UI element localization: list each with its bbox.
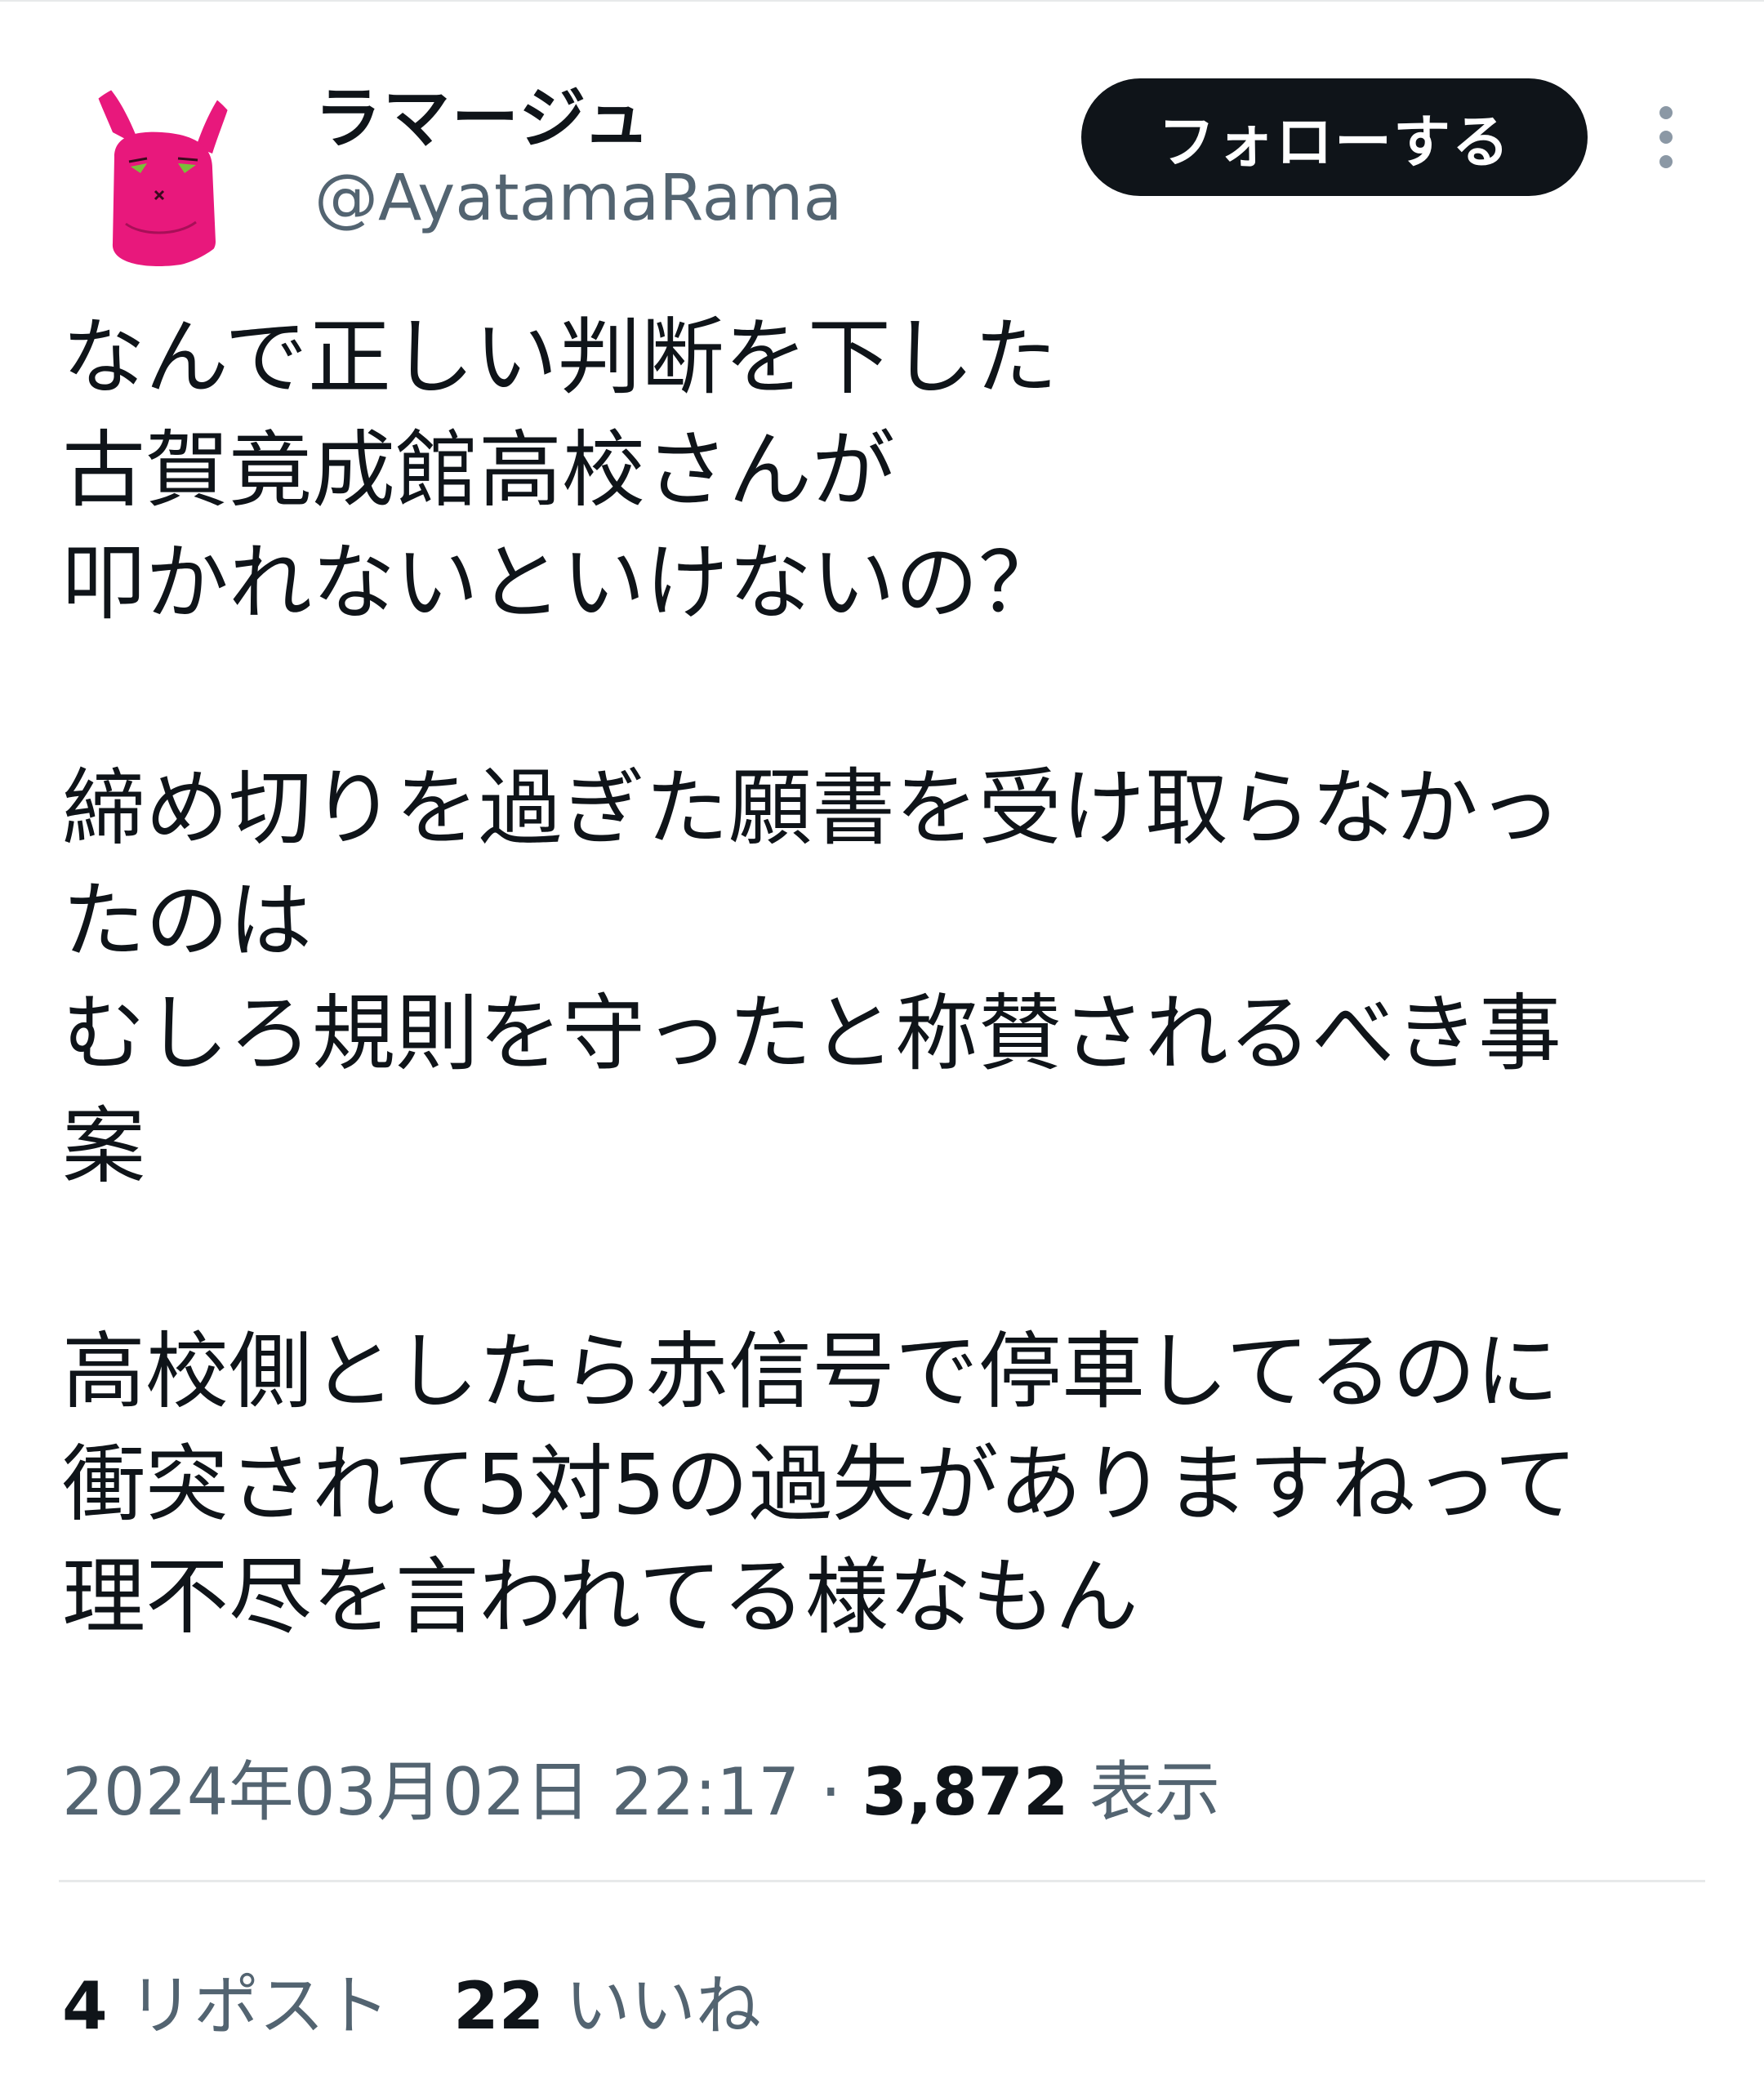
likes-label: いいね [544, 1968, 761, 2044]
tweet-line: たのは [62, 873, 312, 970]
follow-button-label: フォローする [1158, 108, 1511, 176]
engagement-stats: 4 リポスト 22 いいね [62, 1953, 825, 2048]
reposts-label: リポスト [107, 1968, 390, 2044]
more-vertical-icon [1659, 106, 1673, 168]
tweet-line: 叩かれないといけないの？ [62, 535, 1062, 632]
follow-button[interactable]: フォローする [1081, 78, 1588, 196]
tweet-text: なんで正しい判断を下した 古賀竟成館高校さんが 叩かれないといけないの？ 締め切… [62, 302, 1712, 1654]
tweet-line: 理不尽を言われてる様なもん [62, 1549, 1138, 1646]
views-label: 表示 [1068, 1754, 1220, 1830]
reposts-count: 4 [62, 1968, 108, 2044]
pink-rabbit-avatar-icon [94, 79, 232, 266]
tweet-line: 古賀竟成館高校さんが [62, 422, 895, 519]
likes-stat[interactable]: 22 いいね [453, 1953, 761, 2048]
top-divider [0, 0, 1764, 2]
tweet-line: 衝突されて5対5の過失がありますねって [62, 1436, 1578, 1534]
tweet-line: 締め切りを過ぎた願書を受け取らなかっ [62, 760, 1561, 857]
views-count[interactable]: 3,872 [862, 1754, 1068, 1830]
tweet-line: むしろ規則を守ったと称賛されるべき事 [62, 986, 1561, 1083]
author-handle[interactable]: @AyatamaRama [314, 162, 842, 235]
timestamp[interactable]: 2024年03月02日 22:17 [62, 1754, 800, 1830]
author-display-name[interactable]: ラマージュ [314, 64, 652, 161]
tweet-meta: 2024年03月02日 22:17 · 3,872 表示 [62, 1739, 1220, 1834]
more-options-button[interactable] [1642, 103, 1690, 171]
meta-separator: · [800, 1754, 862, 1830]
stats-divider [59, 1880, 1705, 1882]
tweet-line: 案 [62, 1098, 145, 1196]
tweet-line: 高校側としたら赤信号で停車してるのに [62, 1324, 1559, 1421]
avatar[interactable] [62, 78, 252, 268]
tweet-line: なんで正しい判断を下した [62, 309, 1058, 407]
likes-count: 22 [453, 1968, 545, 2044]
reposts-stat[interactable]: 4 リポスト [62, 1953, 390, 2048]
